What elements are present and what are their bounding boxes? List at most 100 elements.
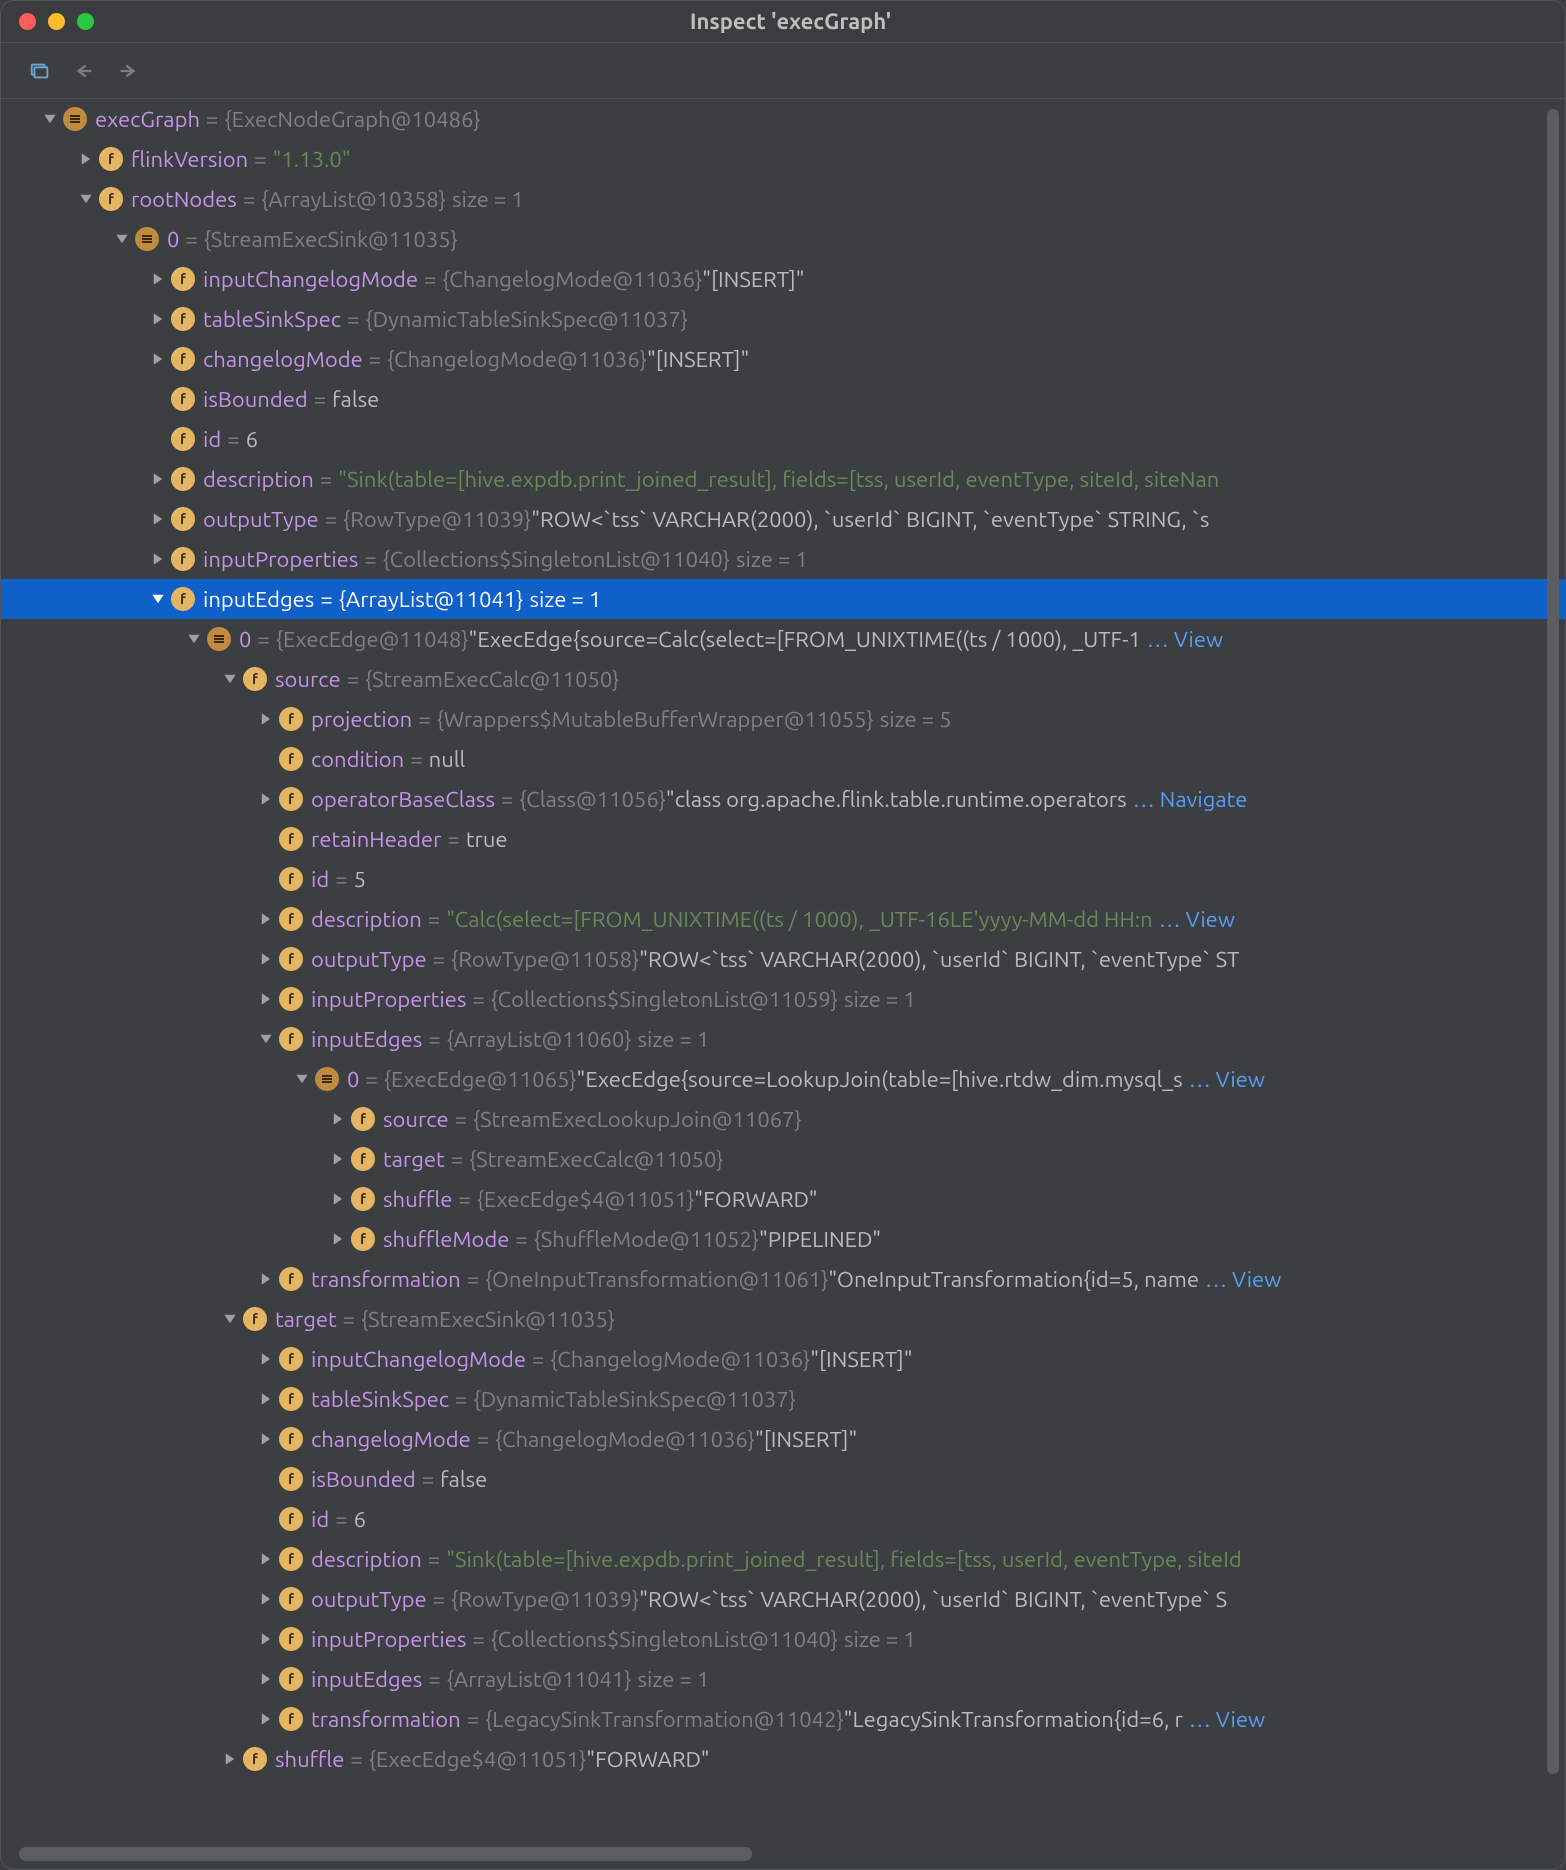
tree-row[interactable]: foutputType={RowType@11058} "ROW<`tss` V… xyxy=(1,939,1565,979)
close-icon[interactable] xyxy=(19,13,36,30)
field-icon: f xyxy=(279,707,303,731)
chevron-right-icon[interactable] xyxy=(253,1392,279,1406)
chevron-right-icon[interactable] xyxy=(253,912,279,926)
chevron-right-icon[interactable] xyxy=(253,1632,279,1646)
tree-row[interactable]: 0={ExecEdge@11048} "ExecEdge{source=Calc… xyxy=(1,619,1565,659)
chevron-down-icon[interactable] xyxy=(289,1072,315,1086)
tree-row[interactable]: fsource={StreamExecCalc@11050} xyxy=(1,659,1565,699)
view-link[interactable]: … View xyxy=(1189,1067,1265,1092)
tree-row[interactable]: finputChangelogMode={ChangelogMode@11036… xyxy=(1,1339,1565,1379)
view-link[interactable]: … View xyxy=(1147,627,1223,652)
chevron-right-icon[interactable] xyxy=(73,152,99,166)
tree-row[interactable]: ftarget={StreamExecSink@11035} xyxy=(1,1299,1565,1339)
chevron-right-icon[interactable] xyxy=(253,1352,279,1366)
horizontal-scrollbar[interactable] xyxy=(19,1847,1547,1861)
tree-row[interactable]: ftableSinkSpec={DynamicTableSinkSpec@110… xyxy=(1,1379,1565,1419)
field-icon: f xyxy=(351,1147,375,1171)
tree-row[interactable]: fchangelogMode={ChangelogMode@11036} "[I… xyxy=(1,1419,1565,1459)
chevron-right-icon[interactable] xyxy=(325,1152,351,1166)
chevron-right-icon[interactable] xyxy=(253,1272,279,1286)
chevron-down-icon[interactable] xyxy=(217,672,243,686)
variable-tree[interactable]: execGraph={ExecNodeGraph@10486}fflinkVer… xyxy=(1,99,1565,1869)
chevron-right-icon[interactable] xyxy=(217,1752,243,1766)
new-watch-icon[interactable] xyxy=(25,56,55,86)
chevron-down-icon[interactable] xyxy=(109,232,135,246)
tree-row[interactable]: fflinkVersion="1.13.0" xyxy=(1,139,1565,179)
tree-row[interactable]: ftarget={StreamExecCalc@11050} xyxy=(1,1139,1565,1179)
chevron-down-icon[interactable] xyxy=(145,592,171,606)
tree-row[interactable]: fid=6 xyxy=(1,419,1565,459)
chevron-right-icon[interactable] xyxy=(253,1712,279,1726)
tree-row[interactable]: fisBounded=false xyxy=(1,379,1565,419)
tree-row[interactable]: ftransformation={OneInputTransformation@… xyxy=(1,1259,1565,1299)
tree-row[interactable]: ftableSinkSpec={DynamicTableSinkSpec@110… xyxy=(1,299,1565,339)
chevron-right-icon[interactable] xyxy=(253,1552,279,1566)
chevron-right-icon[interactable] xyxy=(145,272,171,286)
tree-row[interactable]: foutputType={RowType@11039} "ROW<`tss` V… xyxy=(1,499,1565,539)
chevron-right-icon[interactable] xyxy=(145,312,171,326)
tree-row[interactable]: fcondition=null xyxy=(1,739,1565,779)
array-element-icon xyxy=(207,627,231,651)
view-link[interactable]: … View xyxy=(1205,1267,1281,1292)
object-ref: {StreamExecCalc@11050} xyxy=(365,667,619,692)
tree-row[interactable]: execGraph={ExecNodeGraph@10486} xyxy=(1,99,1565,139)
maximize-icon[interactable] xyxy=(77,13,94,30)
chevron-right-icon[interactable] xyxy=(145,472,171,486)
titlebar[interactable]: Inspect 'execGraph' xyxy=(1,1,1565,43)
back-icon[interactable] xyxy=(69,56,99,86)
tree-row[interactable]: ftransformation={LegacySinkTransformatio… xyxy=(1,1699,1565,1739)
chevron-right-icon[interactable] xyxy=(253,1432,279,1446)
tree-row[interactable]: fid=6 xyxy=(1,1499,1565,1539)
chevron-right-icon[interactable] xyxy=(325,1112,351,1126)
chevron-right-icon[interactable] xyxy=(145,552,171,566)
chevron-right-icon[interactable] xyxy=(253,1592,279,1606)
chevron-down-icon[interactable] xyxy=(73,192,99,206)
chevron-down-icon[interactable] xyxy=(37,112,63,126)
chevron-down-icon[interactable] xyxy=(253,1032,279,1046)
tree-row[interactable]: fisBounded=false xyxy=(1,1459,1565,1499)
tree-row[interactable]: foutputType={RowType@11039} "ROW<`tss` V… xyxy=(1,1579,1565,1619)
tree-row[interactable]: fprojection={Wrappers$MutableBufferWrapp… xyxy=(1,699,1565,739)
tree-row[interactable]: fdescription="Sink(table=[hive.expdb.pri… xyxy=(1,1539,1565,1579)
chevron-right-icon[interactable] xyxy=(253,992,279,1006)
tree-row[interactable]: fchangelogMode={ChangelogMode@11036} "[I… xyxy=(1,339,1565,379)
chevron-right-icon[interactable] xyxy=(253,792,279,806)
chevron-right-icon[interactable] xyxy=(253,712,279,726)
tree-row[interactable]: 0={StreamExecSink@11035} xyxy=(1,219,1565,259)
vertical-scrollbar[interactable] xyxy=(1547,109,1559,1843)
tree-row[interactable]: fshuffle={ExecEdge$4@11051} "FORWARD" xyxy=(1,1739,1565,1779)
tree-row[interactable]: finputProperties={Collections$SingletonL… xyxy=(1,979,1565,1019)
tree-row[interactable]: finputProperties={Collections$SingletonL… xyxy=(1,539,1565,579)
field-name: description xyxy=(203,467,314,492)
tree-row[interactable]: frootNodes={ArrayList@10358} size = 1 xyxy=(1,179,1565,219)
field-icon: f xyxy=(171,427,195,451)
chevron-right-icon[interactable] xyxy=(145,512,171,526)
tree-row[interactable]: finputEdges={ArrayList@11060} size = 1 xyxy=(1,1019,1565,1059)
view-link[interactable]: … View xyxy=(1189,1707,1265,1732)
view-link[interactable]: … View xyxy=(1159,907,1235,932)
tree-row[interactable]: fsource={StreamExecLookupJoin@11067} xyxy=(1,1099,1565,1139)
tree-row[interactable]: fid=5 xyxy=(1,859,1565,899)
tree-row[interactable]: finputChangelogMode={ChangelogMode@11036… xyxy=(1,259,1565,299)
view-link[interactable]: … Navigate xyxy=(1133,787,1248,812)
tree-row[interactable]: 0={ExecEdge@11065} "ExecEdge{source=Look… xyxy=(1,1059,1565,1099)
tree-row[interactable]: fshuffle={ExecEdge$4@11051} "FORWARD" xyxy=(1,1179,1565,1219)
tree-row[interactable]: finputEdges={ArrayList@11041} size = 1 xyxy=(1,579,1565,619)
tree-row[interactable]: fretainHeader=true xyxy=(1,819,1565,859)
chevron-right-icon[interactable] xyxy=(325,1192,351,1206)
chevron-down-icon[interactable] xyxy=(181,632,207,646)
chevron-right-icon[interactable] xyxy=(325,1232,351,1246)
tree-row[interactable]: fdescription="Calc(select=[FROM_UNIXTIME… xyxy=(1,899,1565,939)
minimize-icon[interactable] xyxy=(48,13,65,30)
tree-row[interactable]: finputEdges={ArrayList@11041} size = 1 xyxy=(1,1659,1565,1699)
tree-row[interactable]: fdescription="Sink(table=[hive.expdb.pri… xyxy=(1,459,1565,499)
tree-row[interactable]: finputProperties={Collections$SingletonL… xyxy=(1,1619,1565,1659)
tree-row[interactable]: foperatorBaseClass={Class@11056} "class … xyxy=(1,779,1565,819)
chevron-right-icon[interactable] xyxy=(253,952,279,966)
chevron-right-icon[interactable] xyxy=(145,352,171,366)
tree-row[interactable]: fshuffleMode={ShuffleMode@11052} "PIPELI… xyxy=(1,1219,1565,1259)
chevron-down-icon[interactable] xyxy=(217,1312,243,1326)
forward-icon[interactable] xyxy=(113,56,143,86)
chevron-right-icon[interactable] xyxy=(253,1672,279,1686)
equals-sign: = xyxy=(472,987,484,1012)
